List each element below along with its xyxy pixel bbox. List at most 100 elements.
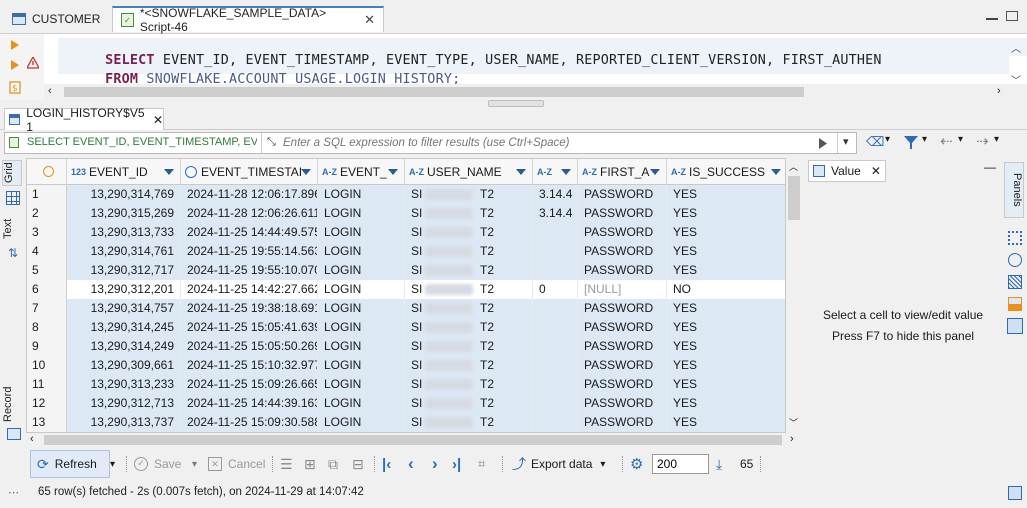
row-number[interactable]: 4 [27, 242, 67, 261]
cell-first-auth[interactable]: PASSWORD [578, 375, 667, 394]
cell-is-success[interactable]: YES [667, 185, 785, 204]
cell-event-timestamp[interactable]: 2024-11-25 14:42:27.662 [181, 280, 318, 299]
cell-first-auth[interactable]: PASSWORD [578, 394, 667, 413]
column-header-is-success[interactable]: A-Z IS_SUCCESS [667, 159, 785, 185]
arrow-left-icon[interactable]: ⇠ [940, 132, 953, 150]
row-number[interactable]: 10 [27, 356, 67, 375]
panel-icon[interactable] [1008, 275, 1022, 289]
eraser-icon[interactable]: ⌫ [866, 134, 884, 150]
close-icon[interactable]: ✕ [153, 113, 163, 127]
apply-filter-icon[interactable] [819, 138, 827, 149]
sort-dropdown-icon[interactable] [301, 169, 311, 175]
column-header-event-id[interactable]: 123 EVENT_ID [67, 159, 181, 185]
cell-user-name[interactable]: SI T2 [405, 185, 533, 204]
cell-client-version[interactable] [533, 223, 578, 242]
cell-client-version[interactable] [533, 261, 578, 280]
cell-event-id[interactable]: 13,290,312,717 [67, 261, 181, 280]
refresh-dropdown-icon[interactable]: ▾ [110, 450, 122, 478]
tab-grid[interactable]: Grid [2, 160, 22, 186]
cell-event-type[interactable]: LOGIN [318, 261, 405, 280]
cell-first-auth[interactable]: PASSWORD [578, 413, 667, 432]
row-number[interactable]: 9 [27, 337, 67, 356]
grid-vscroll-thumb[interactable] [788, 176, 800, 220]
chevron-down-icon[interactable]: ▾ [922, 134, 927, 145]
cell-client-version[interactable] [533, 299, 578, 318]
table-row[interactable]: 6 13,290,312,201 2024-11-25 14:42:27.662 LO… [27, 280, 785, 299]
cell-is-success[interactable]: YES [667, 375, 785, 394]
cell-user-name[interactable]: SI T2 [405, 280, 533, 299]
cell-user-name[interactable]: SI T2 [405, 337, 533, 356]
cell-user-name[interactable]: SI T2 [405, 318, 533, 337]
tab-customer[interactable]: CUSTOMER [4, 6, 108, 32]
cell-client-version[interactable] [533, 413, 578, 432]
cell-client-version[interactable] [533, 375, 578, 394]
row-number[interactable]: 11 [27, 375, 67, 394]
cell-event-type[interactable]: LOGIN [318, 299, 405, 318]
cell-event-type[interactable]: LOGIN [318, 280, 405, 299]
table-row[interactable]: 5 13,290,312,717 2024-11-25 19:55:10.070 LO… [27, 261, 785, 280]
previous-page-icon[interactable]: ‹ [408, 450, 414, 478]
edit-row-icon[interactable]: ☰ [280, 450, 293, 478]
column-header-event-timestamp[interactable]: EVENT_TIMESTAI [181, 159, 318, 185]
tab-text[interactable]: Text [2, 216, 22, 242]
next-page-icon[interactable]: › [432, 450, 438, 478]
cell-event-type[interactable]: LOGIN [318, 394, 405, 413]
cell-event-timestamp[interactable]: 2024-11-25 15:10:32.977 [181, 356, 318, 375]
script-run-icon[interactable]: $ [9, 81, 21, 94]
cell-first-auth[interactable]: PASSWORD [578, 299, 667, 318]
cell-event-type[interactable]: LOGIN [318, 337, 405, 356]
editor-horizontal-scrollbar[interactable]: ‹ › [44, 84, 1027, 100]
row-number[interactable]: 8 [27, 318, 67, 337]
cell-event-type[interactable]: LOGIN [318, 242, 405, 261]
cell-user-name[interactable]: SI T2 [405, 356, 533, 375]
cell-user-name[interactable]: SI T2 [405, 223, 533, 242]
cell-event-type[interactable]: LOGIN [318, 375, 405, 394]
cell-is-success[interactable]: YES [667, 299, 785, 318]
cell-event-id[interactable]: 13,290,312,713 [67, 394, 181, 413]
chevron-down-icon[interactable]: ▾ [885, 134, 890, 145]
cell-is-success[interactable]: YES [667, 223, 785, 242]
chevron-left-icon[interactable]: ‹ [30, 433, 34, 445]
cell-user-name[interactable]: SI T2 [405, 394, 533, 413]
fetch-page-icon[interactable]: ⌗ [478, 450, 485, 478]
cell-user-name[interactable]: SI T2 [405, 242, 533, 261]
cell-client-version[interactable] [533, 242, 578, 261]
fetch-all-icon[interactable]: ⤓ [716, 450, 722, 478]
table-row[interactable]: 3 13,290,313,733 2024-11-25 14:44:49.575 LO… [27, 223, 785, 242]
cell-first-auth[interactable]: PASSWORD [578, 356, 667, 375]
filter-input[interactable] [283, 134, 813, 152]
cell-is-success[interactable]: YES [667, 337, 785, 356]
chevron-left-icon[interactable]: ‹ [48, 85, 52, 97]
cell-is-success[interactable]: YES [667, 356, 785, 375]
delete-row-icon[interactable]: ⊟ [352, 450, 364, 478]
table-row[interactable]: 4 13,290,314,761 2024-11-25 19:55:14.563 LO… [27, 242, 785, 261]
cell-client-version[interactable]: 3.14.4 [533, 185, 578, 204]
sort-dropdown-icon[interactable] [561, 169, 571, 175]
table-row[interactable]: 12 13,290,312,713 2024-11-25 14:44:39.163 L… [27, 394, 785, 413]
chevron-down-icon[interactable]: ▾ [958, 134, 963, 145]
record-icon[interactable] [7, 428, 21, 440]
cell-first-auth[interactable]: PASSWORD [578, 204, 667, 223]
execute-arrow-icon[interactable] [10, 40, 20, 50]
cell-is-success[interactable]: YES [667, 261, 785, 280]
tab-value[interactable]: Value ✕ [808, 160, 886, 182]
table-row[interactable]: 7 13,290,314,757 2024-11-25 19:38:18.691 LO… [27, 299, 785, 318]
export-data-button[interactable]: ⤴ Export data ▾ [512, 450, 605, 478]
editor-scroll-thumb[interactable] [64, 87, 804, 97]
minimize-icon[interactable]: — [984, 160, 996, 174]
cell-event-type[interactable]: LOGIN [318, 318, 405, 337]
cell-event-id[interactable]: 13,290,312,201 [67, 280, 181, 299]
cell-event-timestamp[interactable]: 2024-11-25 19:38:18.691 [181, 299, 318, 318]
notifications-icon[interactable] [1008, 486, 1022, 500]
grid-hscroll-thumb[interactable] [44, 435, 782, 445]
cell-first-auth[interactable]: PASSWORD [578, 261, 667, 280]
row-number[interactable]: 2 [27, 204, 67, 223]
cell-event-timestamp[interactable]: 2024-11-25 14:44:39.163 [181, 394, 318, 413]
cell-event-timestamp[interactable]: 2024-11-25 15:05:41.639 [181, 318, 318, 337]
row-number[interactable]: 1 [27, 185, 67, 204]
table-row[interactable]: 11 13,290,313,233 2024-11-25 15:09:26.665 L… [27, 375, 785, 394]
sort-dropdown-icon[interactable] [388, 169, 398, 175]
results-grid[interactable]: 123 EVENT_ID EVENT_TIMESTAI A-Z EVENT_ A… [26, 158, 786, 433]
cell-event-type[interactable]: LOGIN [318, 413, 405, 432]
sort-dropdown-icon[interactable] [650, 169, 660, 175]
